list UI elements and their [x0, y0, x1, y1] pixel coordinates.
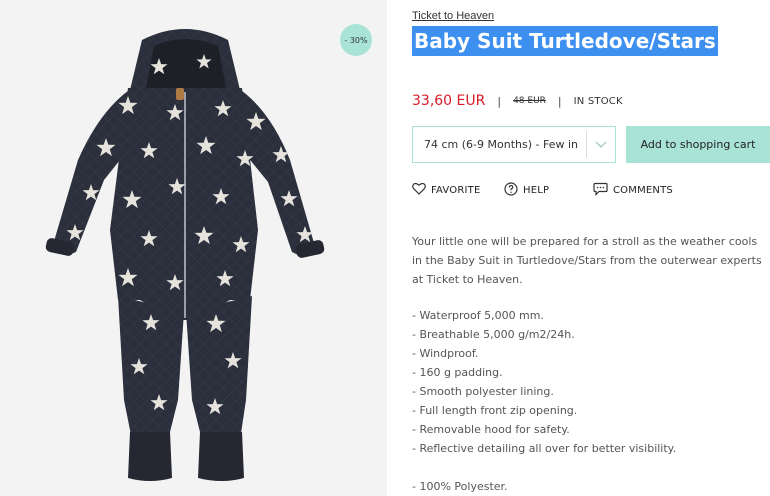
current-price: 33,60 EUR: [412, 93, 486, 109]
feature-item: - Breathable 5,000 g/m2/24h.: [412, 328, 575, 341]
size-select[interactable]: 74 cm (6-9 Months) - Few in stock: [412, 126, 616, 163]
add-to-cart-button[interactable]: Add to shopping cart: [626, 126, 770, 163]
heart-icon: [412, 182, 426, 198]
brand-link[interactable]: Ticket to Heaven: [412, 10, 494, 22]
product-description: Your little one will be prepared for a s…: [412, 232, 770, 289]
feature-item: - Full length front zip opening.: [412, 404, 578, 417]
help-action[interactable]: HELP: [504, 181, 550, 199]
help-label: HELP: [523, 184, 550, 196]
chevron-down-icon[interactable]: [587, 141, 615, 149]
feature-item: - Smooth polyester lining.: [412, 385, 554, 398]
discount-badge: - 30%: [340, 24, 372, 56]
question-circle-icon: [504, 181, 518, 199]
feature-item: - Reflective detailing all over for bett…: [412, 442, 677, 455]
feature-list: - Waterproof 5,000 mm. - Breathable 5,00…: [412, 306, 676, 458]
product-image-panel[interactable]: - 30%: [0, 0, 387, 496]
material-info: - 100% Polyester.: [412, 480, 508, 493]
feature-item: - Removable hood for safety.: [412, 423, 570, 436]
comments-label: COMMENTS: [613, 184, 673, 196]
product-image: [45, 29, 325, 481]
price-row: 33,60 EUR | 48 EUR | IN STOCK: [412, 92, 623, 110]
price-separator: |: [497, 94, 502, 108]
feature-item: - Waterproof 5,000 mm.: [412, 309, 544, 322]
stock-status: IN STOCK: [573, 95, 623, 107]
comments-action[interactable]: COMMENTS: [593, 182, 673, 198]
stock-separator: |: [557, 94, 562, 108]
original-price: 48 EUR: [513, 96, 546, 106]
description-intro: Your little one will be prepared for a s…: [412, 235, 762, 286]
product-title: Baby Suit Turtledove/Stars: [412, 26, 718, 56]
favorite-action[interactable]: FAVORITE: [412, 182, 481, 198]
speech-bubble-icon: [593, 182, 608, 199]
feature-item: - 160 g padding.: [412, 366, 503, 379]
favorite-label: FAVORITE: [431, 184, 481, 196]
size-select-value: 74 cm (6-9 Months) - Few in stock: [424, 138, 580, 151]
feature-item: - Windproof.: [412, 347, 479, 360]
